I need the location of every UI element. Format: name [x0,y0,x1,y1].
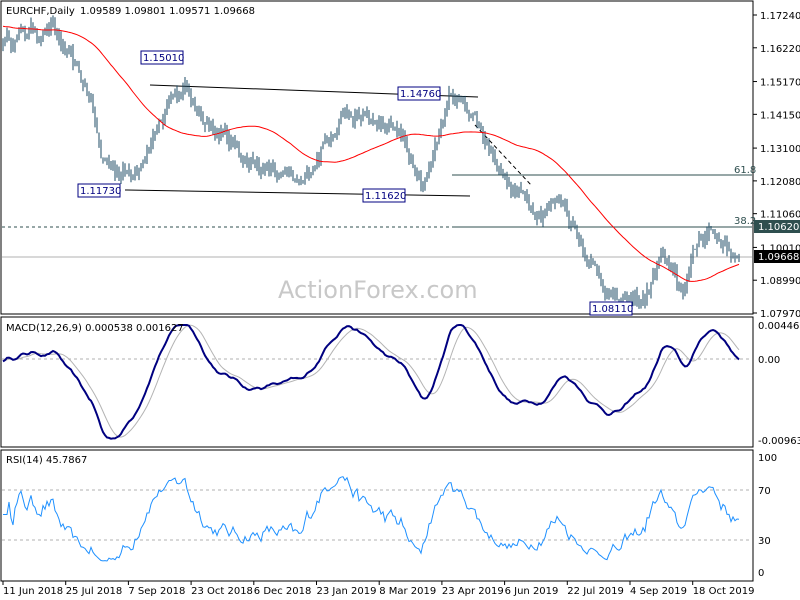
date-tick-label: 6 Jun 2019 [505,586,559,597]
date-tick-label: 8 Mar 2019 [379,586,436,597]
date-tick-label: 22 Jul 2019 [567,586,624,597]
price-panel-frame [0,0,754,315]
rsi-line [3,476,740,562]
price-tick-label: 1.13100 [760,144,800,155]
fib-61.8-label: 61.8 [734,165,756,176]
label-1.15010: 1.15010 [143,53,184,64]
label-1.11620: 1.11620 [365,191,406,202]
rsi-panel-frame [0,449,754,582]
price-tick-label: 1.12080 [760,177,800,188]
macd-tick: 0.004461 [758,321,800,332]
date-tick-label: 4 Sep 2019 [630,586,687,597]
label-1.14760: 1.14760 [400,89,441,100]
fib-38.2-label: 38.2 [734,216,756,227]
date-tick-label: 23 Apr 2019 [442,586,504,597]
macd-tick: -0.009633 [758,436,800,447]
date-axis: 11 Jun 2018 25 Jul 2018 7 Sep 2018 23 Oct 2… [2,581,755,597]
label-1.08110: 1.08110 [592,304,633,315]
date-tick-label: 23 Jan 2019 [317,586,377,597]
date-tick-label: 18 Oct 2019 [693,586,755,597]
price-tick-label: 1.17240 [760,11,800,22]
lower-trendline [124,189,471,197]
rsi-title: RSI(14) 45.7867 [6,455,87,466]
label-1.11730: 1.11730 [80,186,121,197]
date-tick-label: 11 Jun 2018 [3,586,63,597]
chart-ohlc: 1.09589 1.09801 1.09571 1.09668 [80,6,255,17]
moving-average-line [2,25,740,282]
price-tick-label: 1.16220 [760,44,800,55]
macd-tick: 0.00 [758,355,780,366]
price-tick-label: 1.11060 [760,210,800,221]
date-tick-label: 25 Jul 2018 [66,586,123,597]
price-tick-label: 1.15170 [760,78,800,89]
price-tick-label: 1.07970 [760,309,800,320]
rsi-tick: 30 [758,536,771,547]
macd-line [2,324,740,440]
price-bars [2,15,740,309]
current-price-label: 1.09668 [758,252,799,263]
price-tick-label: 1.14150 [760,110,800,121]
date-tick-label: 7 Sep 2018 [128,586,185,597]
rsi-tick: 100 [758,453,777,464]
rsi-tick: 70 [758,486,771,497]
rsi-tick: 0 [758,568,764,579]
date-tick-label: 6 Dec 2018 [254,586,312,597]
price-axis: 1.17240 1.16220 1.15170 1.14150 1.13100 1.120… [753,11,800,320]
chart-symbol: EURCHF,Daily [6,6,75,17]
watermark: ActionForex.com [278,276,478,304]
price-tick-label: 1.08990 [760,276,800,287]
level-price-label: 1.10620 [758,222,799,233]
macd-panel-frame [0,316,754,448]
macd-title: MACD(12,26,9) 0.000538 0.001627 [6,323,184,334]
date-tick-label: 23 Oct 2018 [191,586,253,597]
chart-canvas: ActionForex.com 1.15010 1.14760 1.11730 … [0,0,800,597]
